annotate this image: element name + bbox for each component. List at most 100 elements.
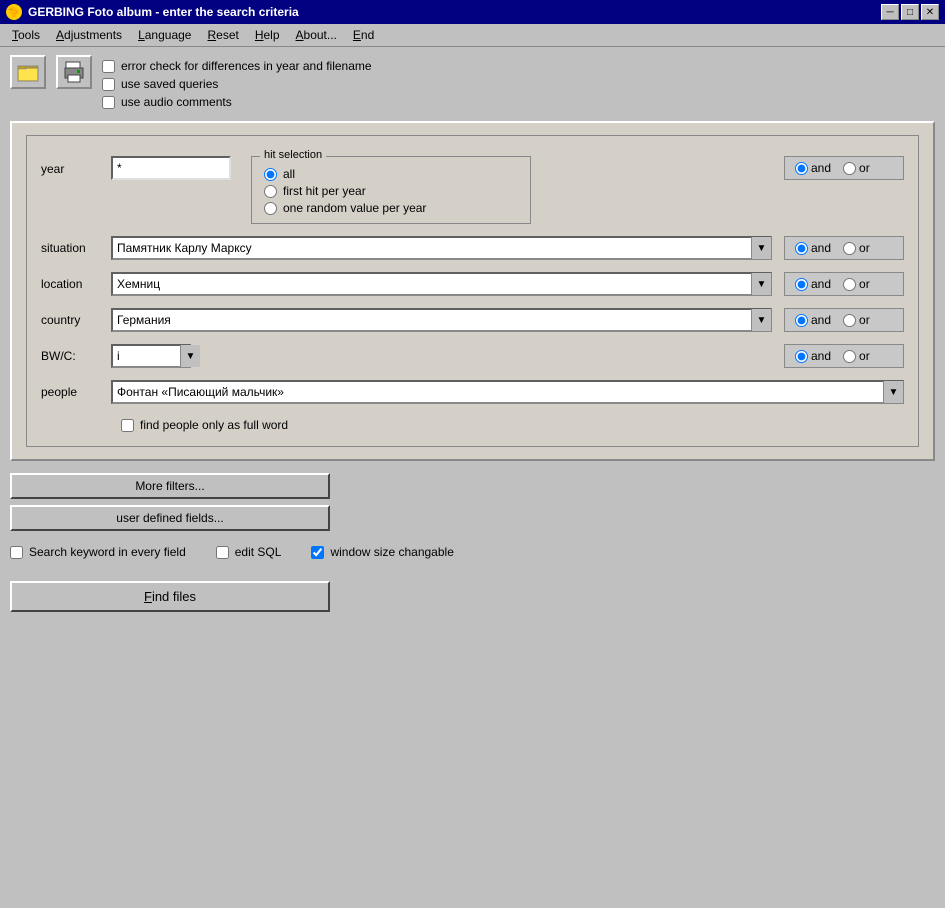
situation-or-radio[interactable]: [843, 242, 856, 255]
country-or-radio[interactable]: [843, 314, 856, 327]
bwc-and-label: and: [795, 349, 831, 363]
location-label: location: [41, 277, 111, 291]
error-check-input[interactable]: [102, 60, 115, 73]
people-select[interactable]: Фонтан «Писающий мальчик»: [111, 380, 904, 404]
menu-about[interactable]: About...: [288, 26, 345, 44]
window-size-check: window size changable: [311, 545, 453, 559]
print-icon: [63, 61, 85, 83]
audio-comments-label: use audio comments: [121, 95, 232, 109]
country-and-radio[interactable]: [795, 314, 808, 327]
user-defined-button[interactable]: user defined fields...: [10, 505, 330, 531]
minimize-button[interactable]: ─: [881, 4, 899, 20]
people-label: people: [41, 385, 111, 399]
filter-section: year hit selection all first hit per: [26, 135, 919, 447]
audio-comments-input[interactable]: [102, 96, 115, 109]
situation-select[interactable]: Памятник Карлу Марксу: [111, 236, 772, 260]
bwc-select-wrapper: i ▼: [111, 344, 201, 368]
check-audio: use audio comments: [102, 95, 372, 109]
check-error: error check for differences in year and …: [102, 59, 372, 73]
bottom-buttons: More filters... user defined fields...: [10, 473, 935, 531]
bwc-row: BW/C: i ▼ and or: [41, 344, 904, 368]
year-and-or: and or: [784, 156, 904, 180]
toolbar-btn-2[interactable]: [56, 55, 92, 89]
country-or-label: or: [843, 313, 870, 327]
main-panel: year hit selection all first hit per: [10, 121, 935, 461]
options-row: Search keyword in every field edit SQL w…: [10, 541, 935, 563]
bwc-or-radio[interactable]: [843, 350, 856, 363]
location-or-radio[interactable]: [843, 278, 856, 291]
saved-queries-input[interactable]: [102, 78, 115, 91]
restore-button[interactable]: □: [901, 4, 919, 20]
year-and-label: and: [795, 161, 831, 175]
saved-queries-label: use saved queries: [121, 77, 218, 91]
situation-and-label: and: [795, 241, 831, 255]
people-row: people Фонтан «Писающий мальчик» ▼: [41, 380, 904, 404]
menu-end[interactable]: End: [345, 26, 382, 44]
edit-sql-check: edit SQL: [216, 545, 282, 559]
edit-sql-input[interactable]: [216, 546, 229, 559]
radio-all-row: all: [264, 167, 518, 181]
radio-first-label: first hit per year: [283, 184, 366, 198]
country-row: country Германия ▼ and or: [41, 308, 904, 332]
bwc-label: BW/C:: [41, 349, 111, 363]
location-select-wrapper: Хемниц ▼: [111, 272, 772, 296]
bwc-and-or: and or: [784, 344, 904, 368]
menu-bar: Tools Adjustments Language Reset Help Ab…: [0, 24, 945, 47]
radio-random-row: one random value per year: [264, 201, 518, 215]
folder-icon: [17, 61, 39, 83]
bwc-select[interactable]: i: [111, 344, 191, 368]
year-or-label: or: [843, 161, 870, 175]
year-or-radio[interactable]: [843, 162, 856, 175]
menu-adjustments[interactable]: Adjustments: [48, 26, 130, 44]
year-input[interactable]: [111, 156, 231, 180]
menu-reset[interactable]: Reset: [199, 26, 246, 44]
hit-selection-legend: hit selection: [260, 149, 326, 161]
country-and-label: and: [795, 313, 831, 327]
title-buttons: ─ □ ✕: [881, 4, 939, 20]
title-bar: 🐤 GERBING Foto album - enter the search …: [0, 0, 945, 24]
year-and-radio[interactable]: [795, 162, 808, 175]
hit-selection-radios: all first hit per year one random value …: [264, 167, 518, 215]
menu-tools[interactable]: Tools: [4, 26, 48, 44]
more-filters-button[interactable]: More filters...: [10, 473, 330, 499]
location-and-or: and or: [784, 272, 904, 296]
situation-and-or: and or: [784, 236, 904, 260]
find-btn-row: Find files: [10, 581, 935, 612]
toolbar-btn-1[interactable]: [10, 55, 46, 89]
window-size-input[interactable]: [311, 546, 324, 559]
country-select[interactable]: Германия: [111, 308, 772, 332]
situation-select-wrapper: Памятник Карлу Марксу ▼: [111, 236, 772, 260]
situation-and-radio[interactable]: [795, 242, 808, 255]
menu-language[interactable]: Language: [130, 26, 199, 44]
radio-random[interactable]: [264, 202, 277, 215]
find-files-button[interactable]: Find files: [10, 581, 330, 612]
check-saved: use saved queries: [102, 77, 372, 91]
radio-first-row: first hit per year: [264, 184, 518, 198]
hit-selection-group: hit selection all first hit per year: [251, 156, 531, 224]
location-row: location Хемниц ▼ and or: [41, 272, 904, 296]
fullword-check-label: find people only as full word: [140, 418, 288, 432]
window-size-label: window size changable: [330, 545, 453, 559]
search-keyword-label: Search keyword in every field: [29, 545, 186, 559]
search-keyword-input[interactable]: [10, 546, 23, 559]
situation-row: situation Памятник Карлу Марксу ▼ and or: [41, 236, 904, 260]
edit-sql-label: edit SQL: [235, 545, 282, 559]
location-and-radio[interactable]: [795, 278, 808, 291]
radio-random-label: one random value per year: [283, 201, 426, 215]
location-select[interactable]: Хемниц: [111, 272, 772, 296]
toolbar-checkboxes: error check for differences in year and …: [102, 55, 372, 109]
situation-or-label: or: [843, 241, 870, 255]
menu-help[interactable]: Help: [247, 26, 288, 44]
fullword-check-input[interactable]: [121, 419, 134, 432]
radio-all[interactable]: [264, 168, 277, 181]
country-and-or: and or: [784, 308, 904, 332]
radio-all-label: all: [283, 167, 295, 181]
location-and-label: and: [795, 277, 831, 291]
close-button[interactable]: ✕: [921, 4, 939, 20]
find-files-label: Find files: [144, 589, 196, 604]
people-select-wrapper: Фонтан «Писающий мальчик» ▼: [111, 380, 904, 404]
location-or-label: or: [843, 277, 870, 291]
window-title: GERBING Foto album - enter the search cr…: [28, 5, 299, 19]
radio-first-hit[interactable]: [264, 185, 277, 198]
bwc-and-radio[interactable]: [795, 350, 808, 363]
